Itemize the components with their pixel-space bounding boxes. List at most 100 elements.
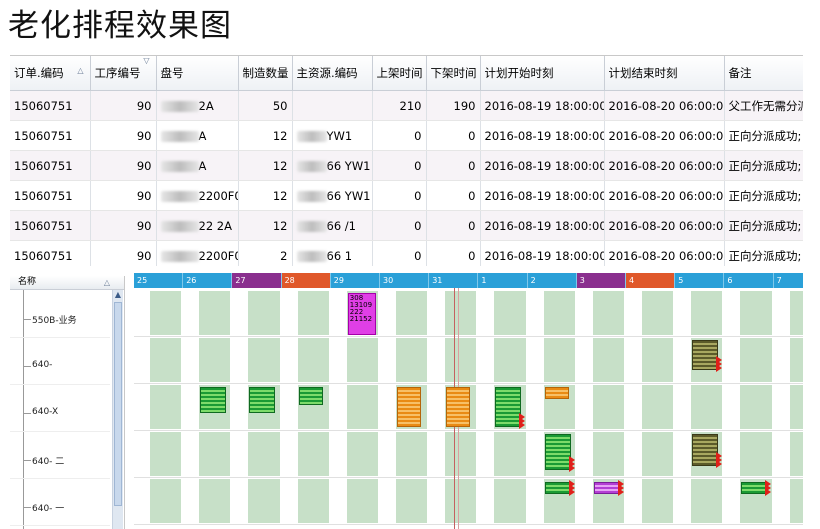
scheduled-task[interactable] [249,387,276,413]
gantt-slot[interactable] [150,385,182,429]
gantt-slot[interactable] [642,385,674,429]
scheduled-task[interactable] [544,434,571,470]
gantt-slot[interactable] [297,291,329,335]
gantt-slot[interactable] [592,291,624,335]
gantt-slot[interactable] [346,385,378,429]
tree-scrollbar[interactable]: ▲ [112,290,123,529]
gantt-slot[interactable] [789,385,803,429]
gantt-slot[interactable] [691,291,723,335]
table-cell: 0 [372,180,427,211]
gantt-slot[interactable] [248,479,280,523]
gantt-slot[interactable] [150,479,182,523]
table-cell: 66 1 [292,240,373,266]
tree-row-divider [10,337,110,338]
gantt-slot[interactable] [543,338,575,382]
gantt-slot[interactable] [396,291,428,335]
scroll-up-icon[interactable]: ▲ [113,290,123,300]
scheduled-task[interactable] [544,482,571,494]
scheduled-task[interactable] [495,387,522,427]
table-row[interactable]: 15060751902200F0FRA1266 YW1002016-08-19 … [10,180,803,211]
col-resource-code[interactable]: 主资源.编码 [292,56,373,91]
gantt-slot[interactable] [396,479,428,523]
gantt-slot[interactable] [199,338,231,382]
scheduled-task[interactable] [298,387,323,405]
col-tray-no[interactable]: 盘号 [156,56,239,91]
gantt-slot[interactable] [494,338,526,382]
col-plan-end[interactable]: 计划结束时刻 [604,56,725,91]
tree-header[interactable]: 名称 △ [10,276,124,290]
gantt-slot[interactable] [642,338,674,382]
gantt-slot[interactable] [494,291,526,335]
gantt-slot[interactable] [346,432,378,476]
scheduled-task[interactable] [692,434,719,466]
scheduled-task[interactable] [741,482,768,494]
gantt-slot[interactable] [199,291,231,335]
table-row[interactable]: 15060751 90 A 12 YW1 0 0 2016-08-19 18:00:00 201… [10,120,803,151]
table-cell: 正向分派成功; [724,120,803,151]
col-process-no[interactable]: 工序编号 ▽ [90,56,157,91]
gantt-slot[interactable] [642,432,674,476]
gantt-slot[interactable] [346,479,378,523]
gantt-slot[interactable] [789,338,803,382]
col-off-time[interactable]: 下架时间 [426,56,481,91]
col-plan-start[interactable]: 计划开始时刻 [480,56,605,91]
scheduled-task[interactable]: 308 13109 222 21152 [347,293,376,335]
gantt-slot[interactable] [199,432,231,476]
table-row[interactable]: 15060751902200F0FRA266 1002016-08-19 18:… [10,240,803,266]
gantt-slot[interactable] [199,479,231,523]
gantt-slot[interactable] [150,291,182,335]
gantt-slot[interactable] [789,479,803,523]
gantt-slot[interactable] [494,479,526,523]
gantt-slot[interactable] [248,338,280,382]
gantt-slot[interactable] [592,385,624,429]
scrollbar-thumb[interactable] [114,302,122,506]
table-cell: 正向分派成功; [724,150,803,181]
gantt-slot[interactable] [691,479,723,523]
scheduled-task[interactable] [397,387,421,427]
gantt-slot[interactable] [297,432,329,476]
gantt-slot[interactable] [297,338,329,382]
col-remark[interactable]: 备注 [724,56,803,91]
gantt-slot[interactable] [445,338,477,382]
col-on-time[interactable]: 上架时间 [372,56,427,91]
redacted-mask [296,130,327,142]
gantt-slot[interactable] [642,479,674,523]
gantt-slot[interactable] [543,291,575,335]
gantt-slot[interactable] [445,291,477,335]
gantt-slot[interactable] [346,338,378,382]
gantt-slot[interactable] [740,432,772,476]
scheduled-task[interactable] [692,340,719,370]
gantt-slot[interactable] [642,291,674,335]
gantt-slot[interactable] [740,338,772,382]
gantt-slot[interactable] [445,432,477,476]
scheduled-task[interactable] [593,482,620,494]
gantt-slot[interactable] [740,291,772,335]
gantt-slot[interactable] [396,432,428,476]
table-row[interactable]: 15060751 90 A 12 66 YW1 0 0 2016-08-19 18:00:00… [10,150,803,181]
gantt-slot[interactable] [789,432,803,476]
col-order-code[interactable]: 订单.编码 △ [10,56,91,91]
gantt-slot[interactable] [248,291,280,335]
gantt-slot[interactable] [691,385,723,429]
col-quantity[interactable]: 制造数量 [238,56,293,91]
table-cell: 90 [90,180,157,211]
scheduled-task[interactable] [200,387,227,413]
gantt-slot[interactable] [445,479,477,523]
table-row[interactable]: 15060751 90 2A 50 210 190 2016-08-19 18:00:00 2… [10,90,803,121]
gantt-slot[interactable] [150,338,182,382]
gantt-slot[interactable] [396,338,428,382]
gantt-slot[interactable] [740,385,772,429]
sort-asc-icon: △ [103,278,110,287]
gantt-slot[interactable] [150,432,182,476]
gantt-slot[interactable] [592,432,624,476]
gantt-slot[interactable] [248,432,280,476]
gantt-slot[interactable] [297,479,329,523]
gantt-row-divider [134,477,803,478]
scheduled-task[interactable] [446,387,471,427]
gantt-slot[interactable] [494,432,526,476]
gantt-slot[interactable] [789,291,803,335]
table-row[interactable]: 15060751 90 22 2A 12 66 /1 0 0 2016-08-19 18:00… [10,210,803,241]
scheduled-task[interactable] [544,387,569,399]
table-cell: 15060751 [10,90,91,121]
gantt-slot[interactable] [592,338,624,382]
